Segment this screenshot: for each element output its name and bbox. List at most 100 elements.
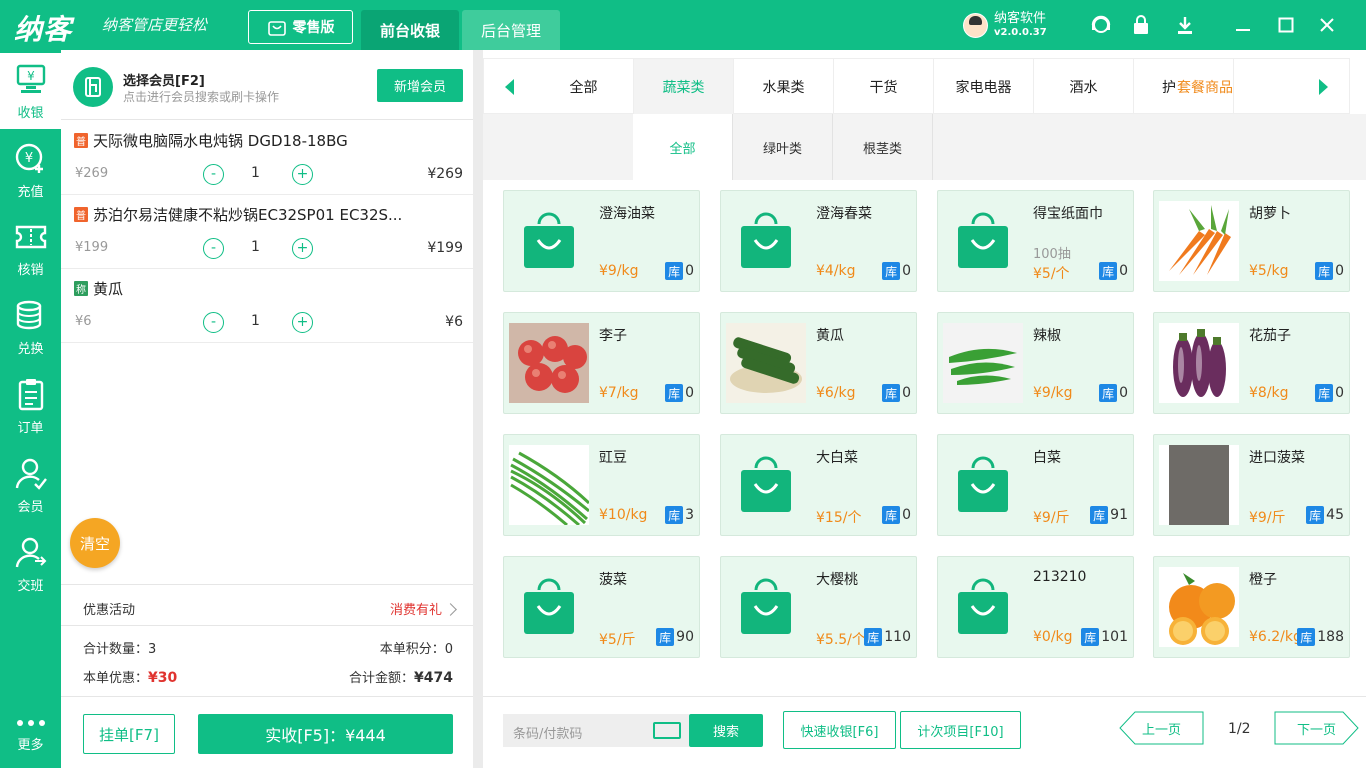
category-tab[interactable]: 蔬菜类 [634,59,734,115]
member-select-bar[interactable]: 选择会员[F2] 点击进行会员搜索或刷卡操作 新增会员 [61,50,473,120]
item-name: 天际微电脑隔水电炖锅 DGD18-18BG [93,132,348,150]
hold-order-button[interactable]: 挂单[F7] [83,714,175,754]
product-name: 大白菜 [816,450,858,466]
stock-badge: 库 [1306,506,1325,524]
tab-front-cashier[interactable]: 前台收银 [361,10,459,50]
sidebar-item-orders[interactable]: 订单 [0,368,61,444]
product-image [943,323,1023,403]
stock-count: 0 [1119,385,1128,401]
sidebar-item-shift[interactable]: 交班 [0,526,61,602]
increase-qty-button[interactable]: + [292,164,313,185]
stock-count: 0 [902,385,911,401]
product-name: 得宝纸面巾 [1033,206,1103,222]
user-info[interactable]: 纳客软件 v2.0.0.37 [963,11,1047,39]
stock-badge: 库 [882,384,901,402]
category-tab[interactable]: 酒水 [1034,59,1134,115]
decrease-qty-button[interactable]: - [203,164,224,185]
category-tab[interactable]: 干货 [834,59,934,115]
product-card[interactable]: 得宝纸面巾 100抽 ¥5/个 库 0 [937,190,1134,292]
product-card[interactable]: 213210 ¥0/kg 库 101 [937,556,1134,658]
stock-badge: 库 [1081,628,1100,646]
cart-item[interactable]: 称 黄瓜 ¥6 - 1 + ¥6 [61,269,473,343]
add-member-button[interactable]: 新增会员 [377,69,463,102]
edition-badge[interactable]: 零售版 [248,10,353,44]
shopping-bag-icon [943,201,1023,281]
item-type-tag: 称 [74,281,88,296]
product-card[interactable]: 豇豆 ¥10/kg 库 3 [503,434,700,536]
product-card[interactable]: 胡萝卜 ¥5/kg 库 0 [1153,190,1350,292]
maximize-icon[interactable] [1275,14,1297,36]
decrease-qty-button[interactable]: - [203,238,224,259]
sidebar-item-more[interactable]: 更多 [0,702,61,766]
item-qty[interactable]: 1 [251,313,260,329]
product-card[interactable]: 菠菜 ¥5/斤 库 90 [503,556,700,658]
count-items-button[interactable]: 计次项目[F10] [900,711,1021,749]
subcategory-tab[interactable]: 根茎类 [833,114,933,180]
product-card[interactable]: 黄瓜 ¥6/kg 库 0 [720,312,917,414]
item-total: ¥6 [445,314,463,330]
total-label: 合计金额： [349,671,415,686]
product-price: ¥5/斤 [599,632,636,648]
product-card[interactable]: 白菜 ¥9/斤 库 91 [937,434,1134,536]
product-card[interactable]: 澄海春菜 ¥4/kg 库 0 [720,190,917,292]
discount-label: 本单优惠： [83,671,149,686]
shopping-bag-icon [726,567,806,647]
subcategory-tab[interactable]: 绿叶类 [733,114,833,180]
product-card[interactable]: 李子 ¥7/kg 库 0 [503,312,700,414]
pay-button[interactable]: 实收[F5]：¥444 [198,714,453,754]
quick-checkout-button[interactable]: 快速收银[F6] [783,711,896,749]
sidebar-item-verify[interactable]: 核销 [0,210,61,286]
stock-count: 45 [1326,507,1344,523]
lock-icon[interactable] [1130,14,1152,36]
tab-back-office[interactable]: 后台管理 [462,10,560,50]
cart-item[interactable]: 普 天际微电脑隔水电炖锅 DGD18-18BG ¥269 - 1 + ¥269 [61,121,473,195]
next-page-label: 下一页 [1296,722,1336,738]
product-card[interactable]: 大白菜 ¥15/个 库 0 [720,434,917,536]
support-icon[interactable] [1090,14,1112,36]
sidebar-item-cashier[interactable]: ¥ 收银 [0,53,61,129]
promotion-label: 优惠活动 [83,603,136,618]
product-stock: 库 110 [864,628,911,646]
prev-page-button[interactable]: 上一页 [1119,711,1204,745]
product-card[interactable]: 澄海油菜 ¥9/kg 库 0 [503,190,700,292]
combo-category-label[interactable]: 套餐商品 [1177,77,1233,97]
increase-qty-button[interactable]: + [292,238,313,259]
promotion-row[interactable]: 优惠活动 消费有礼 [61,584,473,626]
member-title[interactable]: 选择会员[F2] [123,70,205,89]
sidebar-item-exchange[interactable]: 兑换 [0,289,61,365]
sidebar-item-members[interactable]: 会员 [0,447,61,523]
product-card[interactable]: 橙子 ¥6.2/kg 库 188 [1153,556,1350,658]
product-card[interactable]: 进口菠菜 ¥9/斤 库 45 [1153,434,1350,536]
category-next-icon[interactable] [1299,59,1349,115]
barcode-input[interactable]: 条码/付款码 [503,714,689,747]
next-page-button[interactable]: 下一页 [1274,711,1359,745]
sidebar-item-recharge[interactable]: ¥ 充值 [0,132,61,208]
keyboard-icon[interactable] [653,722,681,739]
recharge-icon: ¥ [15,143,43,173]
clear-cart-button[interactable]: 清空 [70,518,120,568]
close-icon[interactable] [1316,14,1338,36]
product-card[interactable]: 辣椒 ¥9/kg 库 0 [937,312,1134,414]
product-card[interactable]: 大樱桃 ¥5.5/个库 110 [720,556,917,658]
category-prev-icon[interactable] [484,59,534,115]
download-icon[interactable] [1174,14,1196,36]
product-name: 豇豆 [599,450,627,466]
app-slogan: 纳客管店更轻松 [102,16,208,34]
item-qty[interactable]: 1 [251,165,260,181]
category-tab[interactable]: 水果类 [734,59,834,115]
product-stock: 库 101 [1081,628,1128,646]
cart-item[interactable]: 普 苏泊尔易洁健康不粘炒锅EC32SP01 EC32S... ¥199 - 1 … [61,195,473,269]
page-indicator: 1/2 [1228,721,1251,737]
category-tab[interactable]: 家电电器 [934,59,1034,115]
category-tab[interactable]: 护肤品 套餐商品 [1134,59,1234,115]
increase-qty-button[interactable]: + [292,312,313,333]
item-qty[interactable]: 1 [251,239,260,255]
decrease-qty-button[interactable]: - [203,312,224,333]
total-value: ¥474 [414,670,453,686]
search-button[interactable]: 搜索 [689,714,763,747]
promotion-value[interactable]: 消费有礼 [390,599,455,618]
product-card[interactable]: 花茄子 ¥8/kg 库 0 [1153,312,1350,414]
category-tab[interactable]: 全部 [534,59,634,115]
subcategory-tab[interactable]: 全部 [633,114,733,180]
minimize-icon[interactable] [1232,14,1254,36]
